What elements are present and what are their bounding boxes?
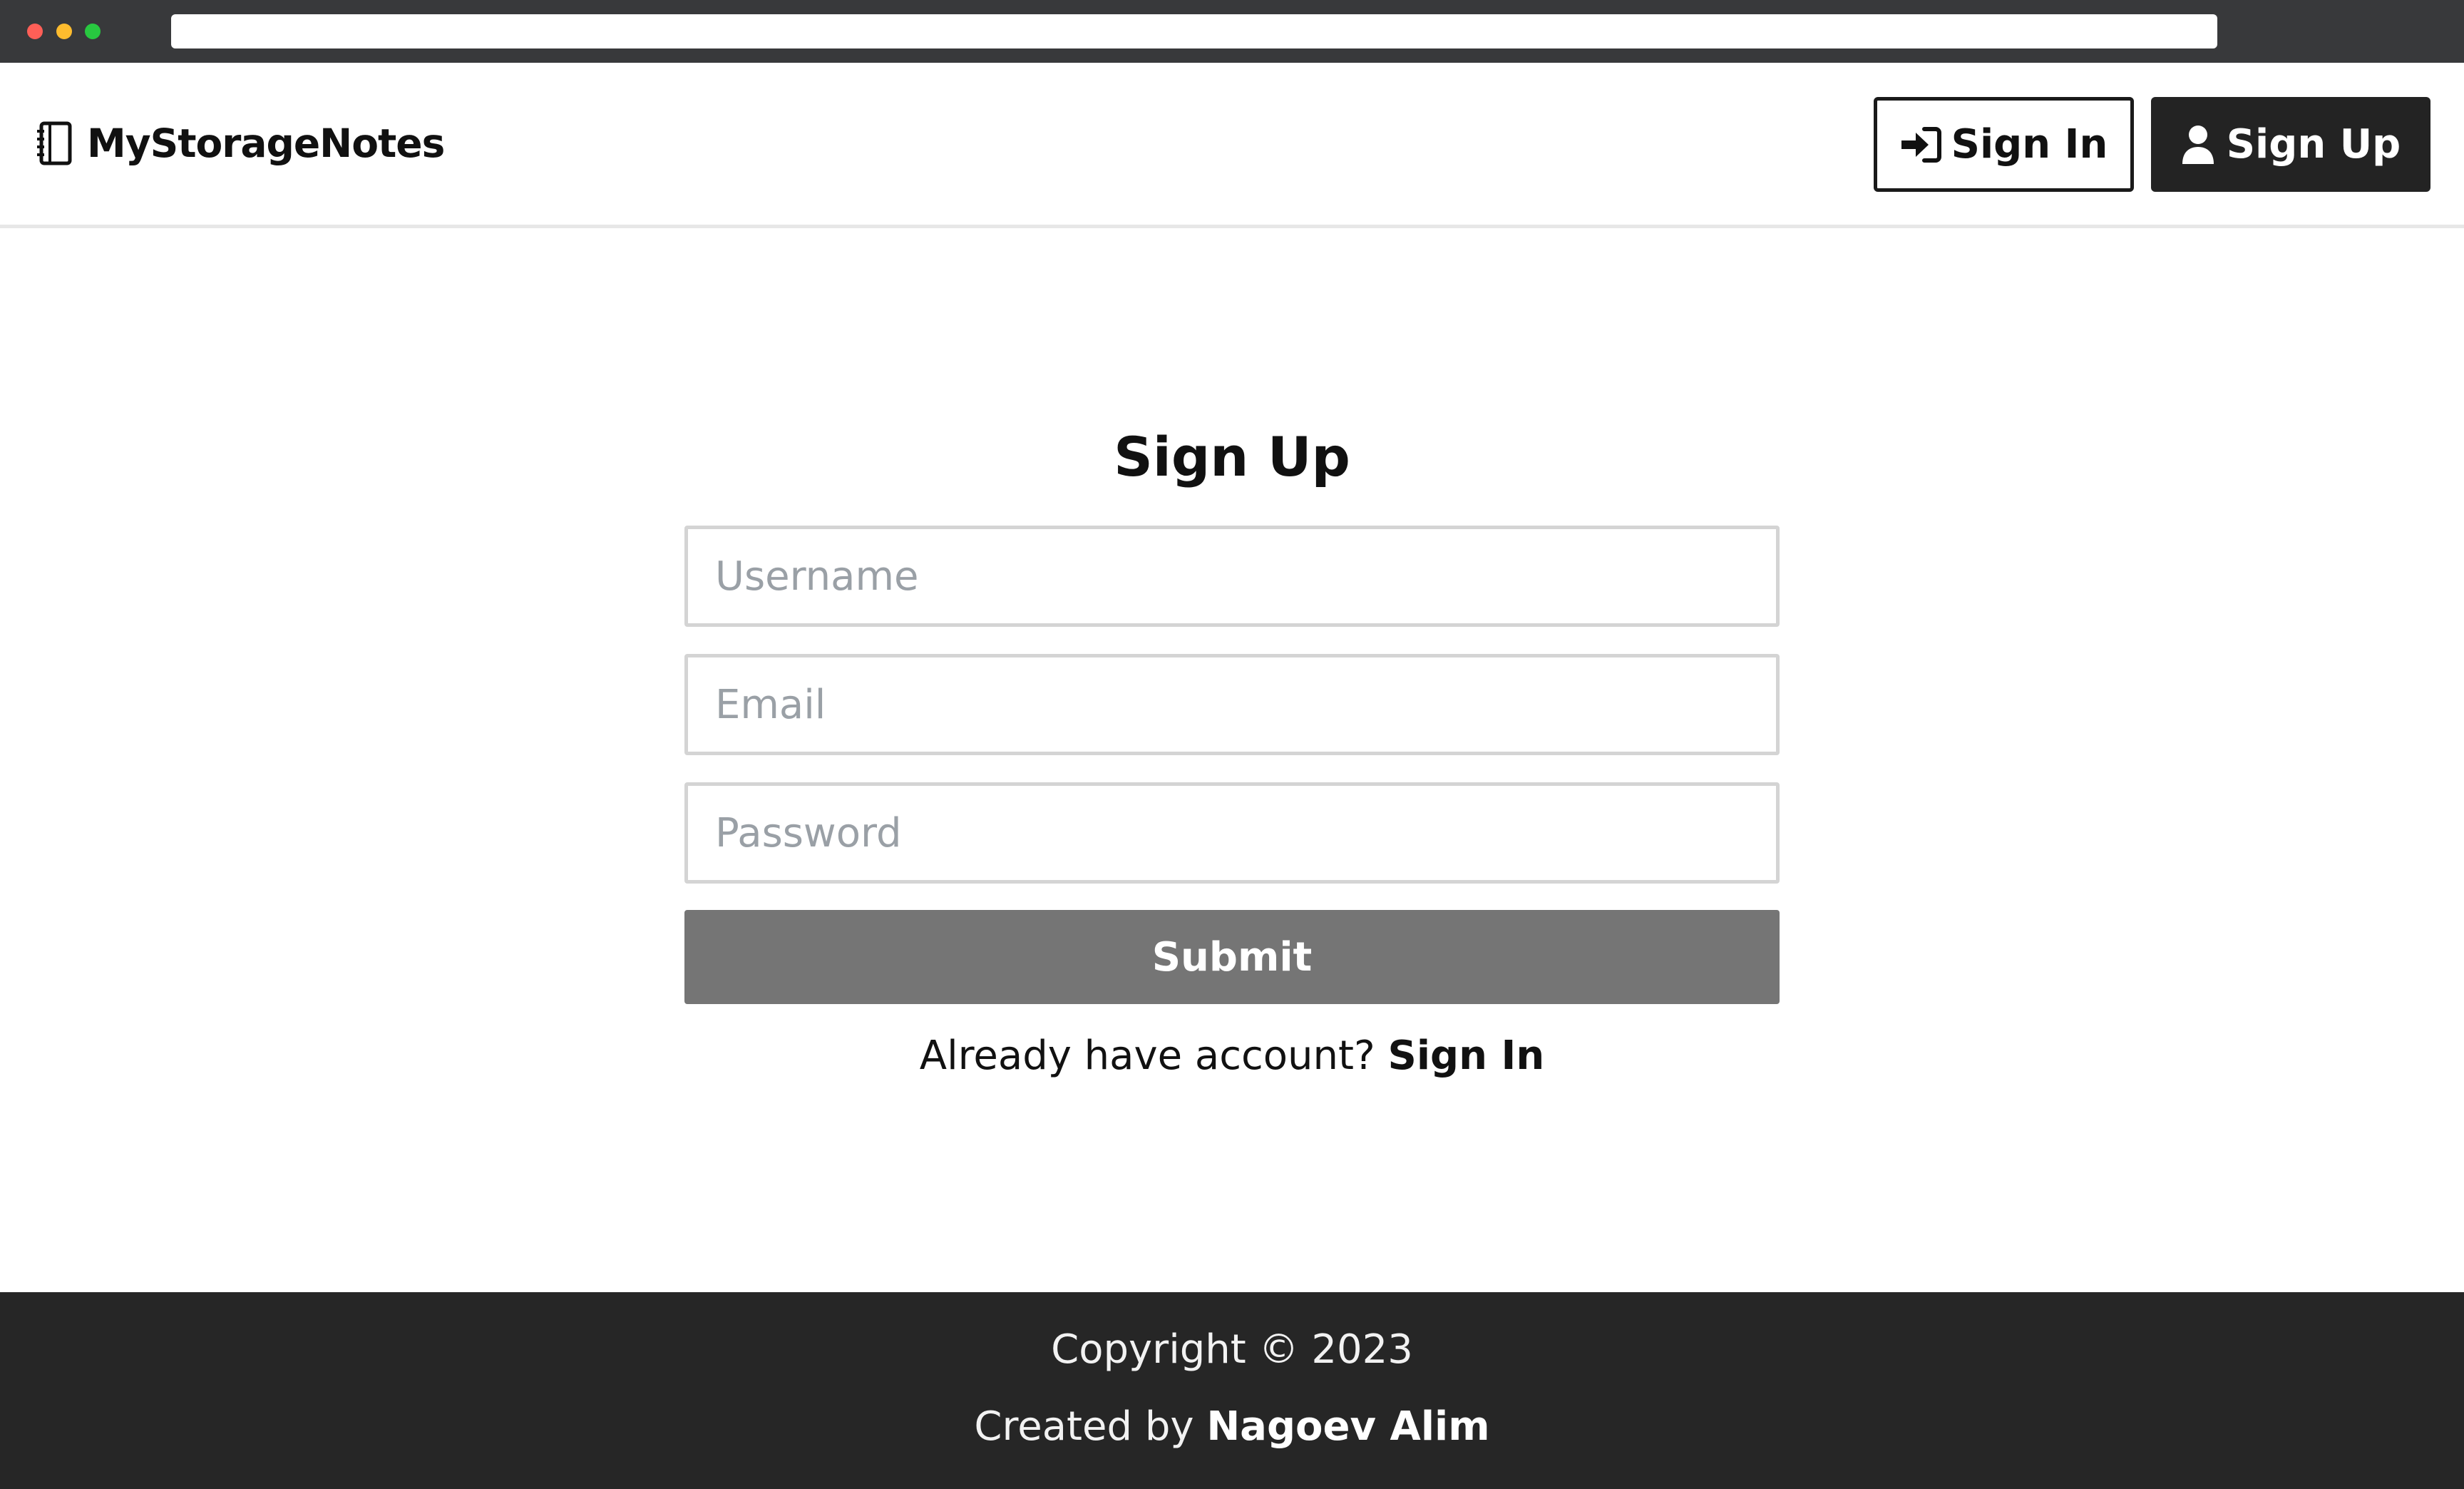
sign-in-link[interactable]: Sign In xyxy=(1388,1033,1545,1079)
site-footer: Copyright © 2023 Created by Nagoev Alim xyxy=(0,1292,2464,1489)
brand-name: MyStorageNotes xyxy=(87,121,445,166)
site-header: MyStorageNotes Sign In Sign Up xyxy=(0,63,2464,228)
browser-chrome xyxy=(0,0,2464,63)
app-window: MyStorageNotes Sign In Sign Up Sign Up S… xyxy=(0,0,2464,1489)
user-icon xyxy=(2182,125,2214,164)
username-input[interactable] xyxy=(684,526,1780,627)
close-window-dot[interactable] xyxy=(27,24,43,39)
password-input[interactable] xyxy=(684,782,1780,884)
created-prefix: Created by xyxy=(974,1403,1194,1450)
email-input[interactable] xyxy=(684,654,1780,755)
sign-up-label: Sign Up xyxy=(2226,121,2401,168)
sign-up-button[interactable]: Sign Up xyxy=(2151,97,2430,192)
author-name: Nagoev Alim xyxy=(1206,1403,1490,1450)
address-bar[interactable] xyxy=(171,14,2217,48)
page-title: Sign Up xyxy=(1114,425,1350,488)
notebook-icon xyxy=(37,121,72,165)
already-have-account-text: Already have account? Sign In xyxy=(0,1033,2464,1079)
created-by-text: Created by Nagoev Alim xyxy=(0,1403,2464,1450)
sign-in-label: Sign In xyxy=(1951,121,2108,168)
minimize-window-dot[interactable] xyxy=(56,24,72,39)
maximize-window-dot[interactable] xyxy=(85,24,101,39)
sign-in-icon xyxy=(1901,126,1941,163)
sign-in-button[interactable]: Sign In xyxy=(1874,97,2134,192)
submit-button[interactable]: Submit xyxy=(684,910,1780,1004)
brand-logo-link[interactable]: MyStorageNotes xyxy=(36,118,445,168)
copyright-text: Copyright © 2023 xyxy=(1051,1326,1413,1373)
already-prompt: Already have account? xyxy=(919,1033,1375,1079)
